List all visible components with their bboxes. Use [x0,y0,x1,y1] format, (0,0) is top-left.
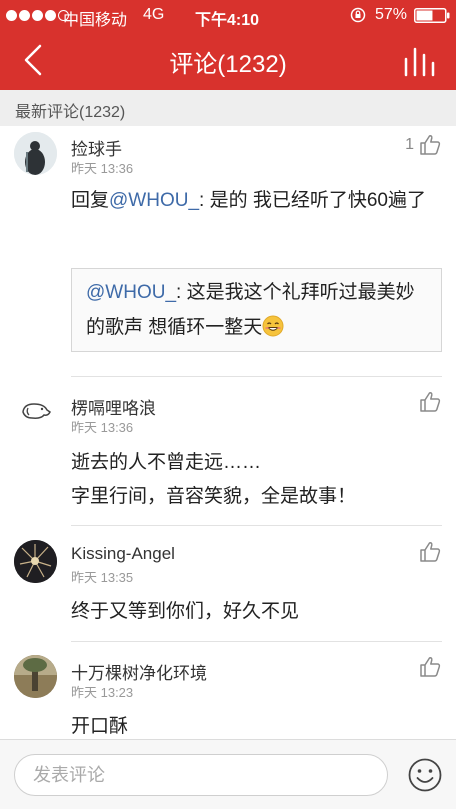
comment-list: 捡球手 昨天 13:36 1 回复@WHOU_: 是的 我已经听了快60遍了 @… [0,126,456,739]
mention-link[interactable]: @WHOU_ [86,282,176,303]
signal-strength-icon [6,9,69,21]
thumbs-up-icon [420,542,441,562]
comment-text: 回复@WHOU_: 是的 我已经听了快60遍了 [71,190,427,211]
smile-emoji-icon [262,315,284,337]
username[interactable]: 十万棵树净化环境 [71,659,207,684]
bar-chart-icon [404,47,435,77]
like-button[interactable] [418,390,442,414]
section-header: 最新评论(1232) [0,90,456,126]
avatar[interactable] [14,132,57,175]
comment-time: 昨天 13:23 [71,685,134,700]
mention-link[interactable]: @WHOU_ [109,190,199,211]
comment-item: Kissing-Angel 昨天 13:35 终于又等到你们，好久不见 [0,526,456,642]
comment-line: 字里行间，音容笑貌，全是故事！ [71,486,357,507]
comment-input[interactable] [14,754,388,796]
comment-text: 开口酥 [71,716,129,737]
status-bar: 中国移动 4G 下午4:10 57% [0,0,456,30]
avatar[interactable] [14,540,57,583]
nav-bar: 评论(1232) [0,30,456,90]
avatar[interactable] [14,390,57,433]
bar-chart-button[interactable] [402,45,440,77]
comment-item: 十万棵树净化环境 昨天 13:23 开口酥 [0,641,456,739]
status-time: 下午4:10 [195,12,260,29]
comment-time: 昨天 13:36 [71,420,134,435]
comment-item: 楞嗝哩咯浪 昨天 13:36 逝去的人不曾走远…… 字里行间，音容笑貌，全是故事… [0,376,456,526]
username[interactable]: Kissing-Angel [71,544,175,564]
avatar[interactable] [14,655,57,698]
smiley-icon [408,758,442,792]
comment-time: 昨天 13:36 [71,161,134,176]
thumbs-up-icon [420,135,441,155]
page-title: 评论(1232) [169,51,287,78]
emoji-button[interactable] [407,757,443,793]
network-type: 4G [143,6,165,23]
rotation-lock-icon [350,7,366,23]
thumbs-up-icon [420,392,441,412]
comment-line: 逝去的人不曾走远…… [71,452,262,473]
comment-composer [0,739,456,809]
comment-item: 捡球手 昨天 13:36 1 回复@WHOU_: 是的 我已经听了快60遍了 @… [0,126,456,377]
comment-text: 终于又等到你们，好久不见 [71,601,300,622]
carrier-name: 中国移动 [63,12,128,29]
battery-percentage: 57% [375,6,408,23]
battery-icon [414,8,450,23]
username[interactable]: 捡球手 [71,135,122,160]
like-button[interactable] [418,655,442,679]
thumbs-up-icon [420,657,441,677]
username[interactable]: 楞嗝哩咯浪 [71,394,156,419]
like-count: 1 [405,136,414,153]
comment-time: 昨天 13:35 [71,570,134,585]
comment-text: 逝去的人不曾走远…… 字里行间，音容笑貌，全是故事！ [71,446,443,514]
like-button[interactable]: 1 [405,133,442,157]
like-button[interactable] [418,540,442,564]
quoted-comment[interactable]: @WHOU_: 这是我这个礼拜听过最美妙的歌声 想循环一整天 [71,268,442,352]
reply-prefix: 回复 [71,190,110,211]
